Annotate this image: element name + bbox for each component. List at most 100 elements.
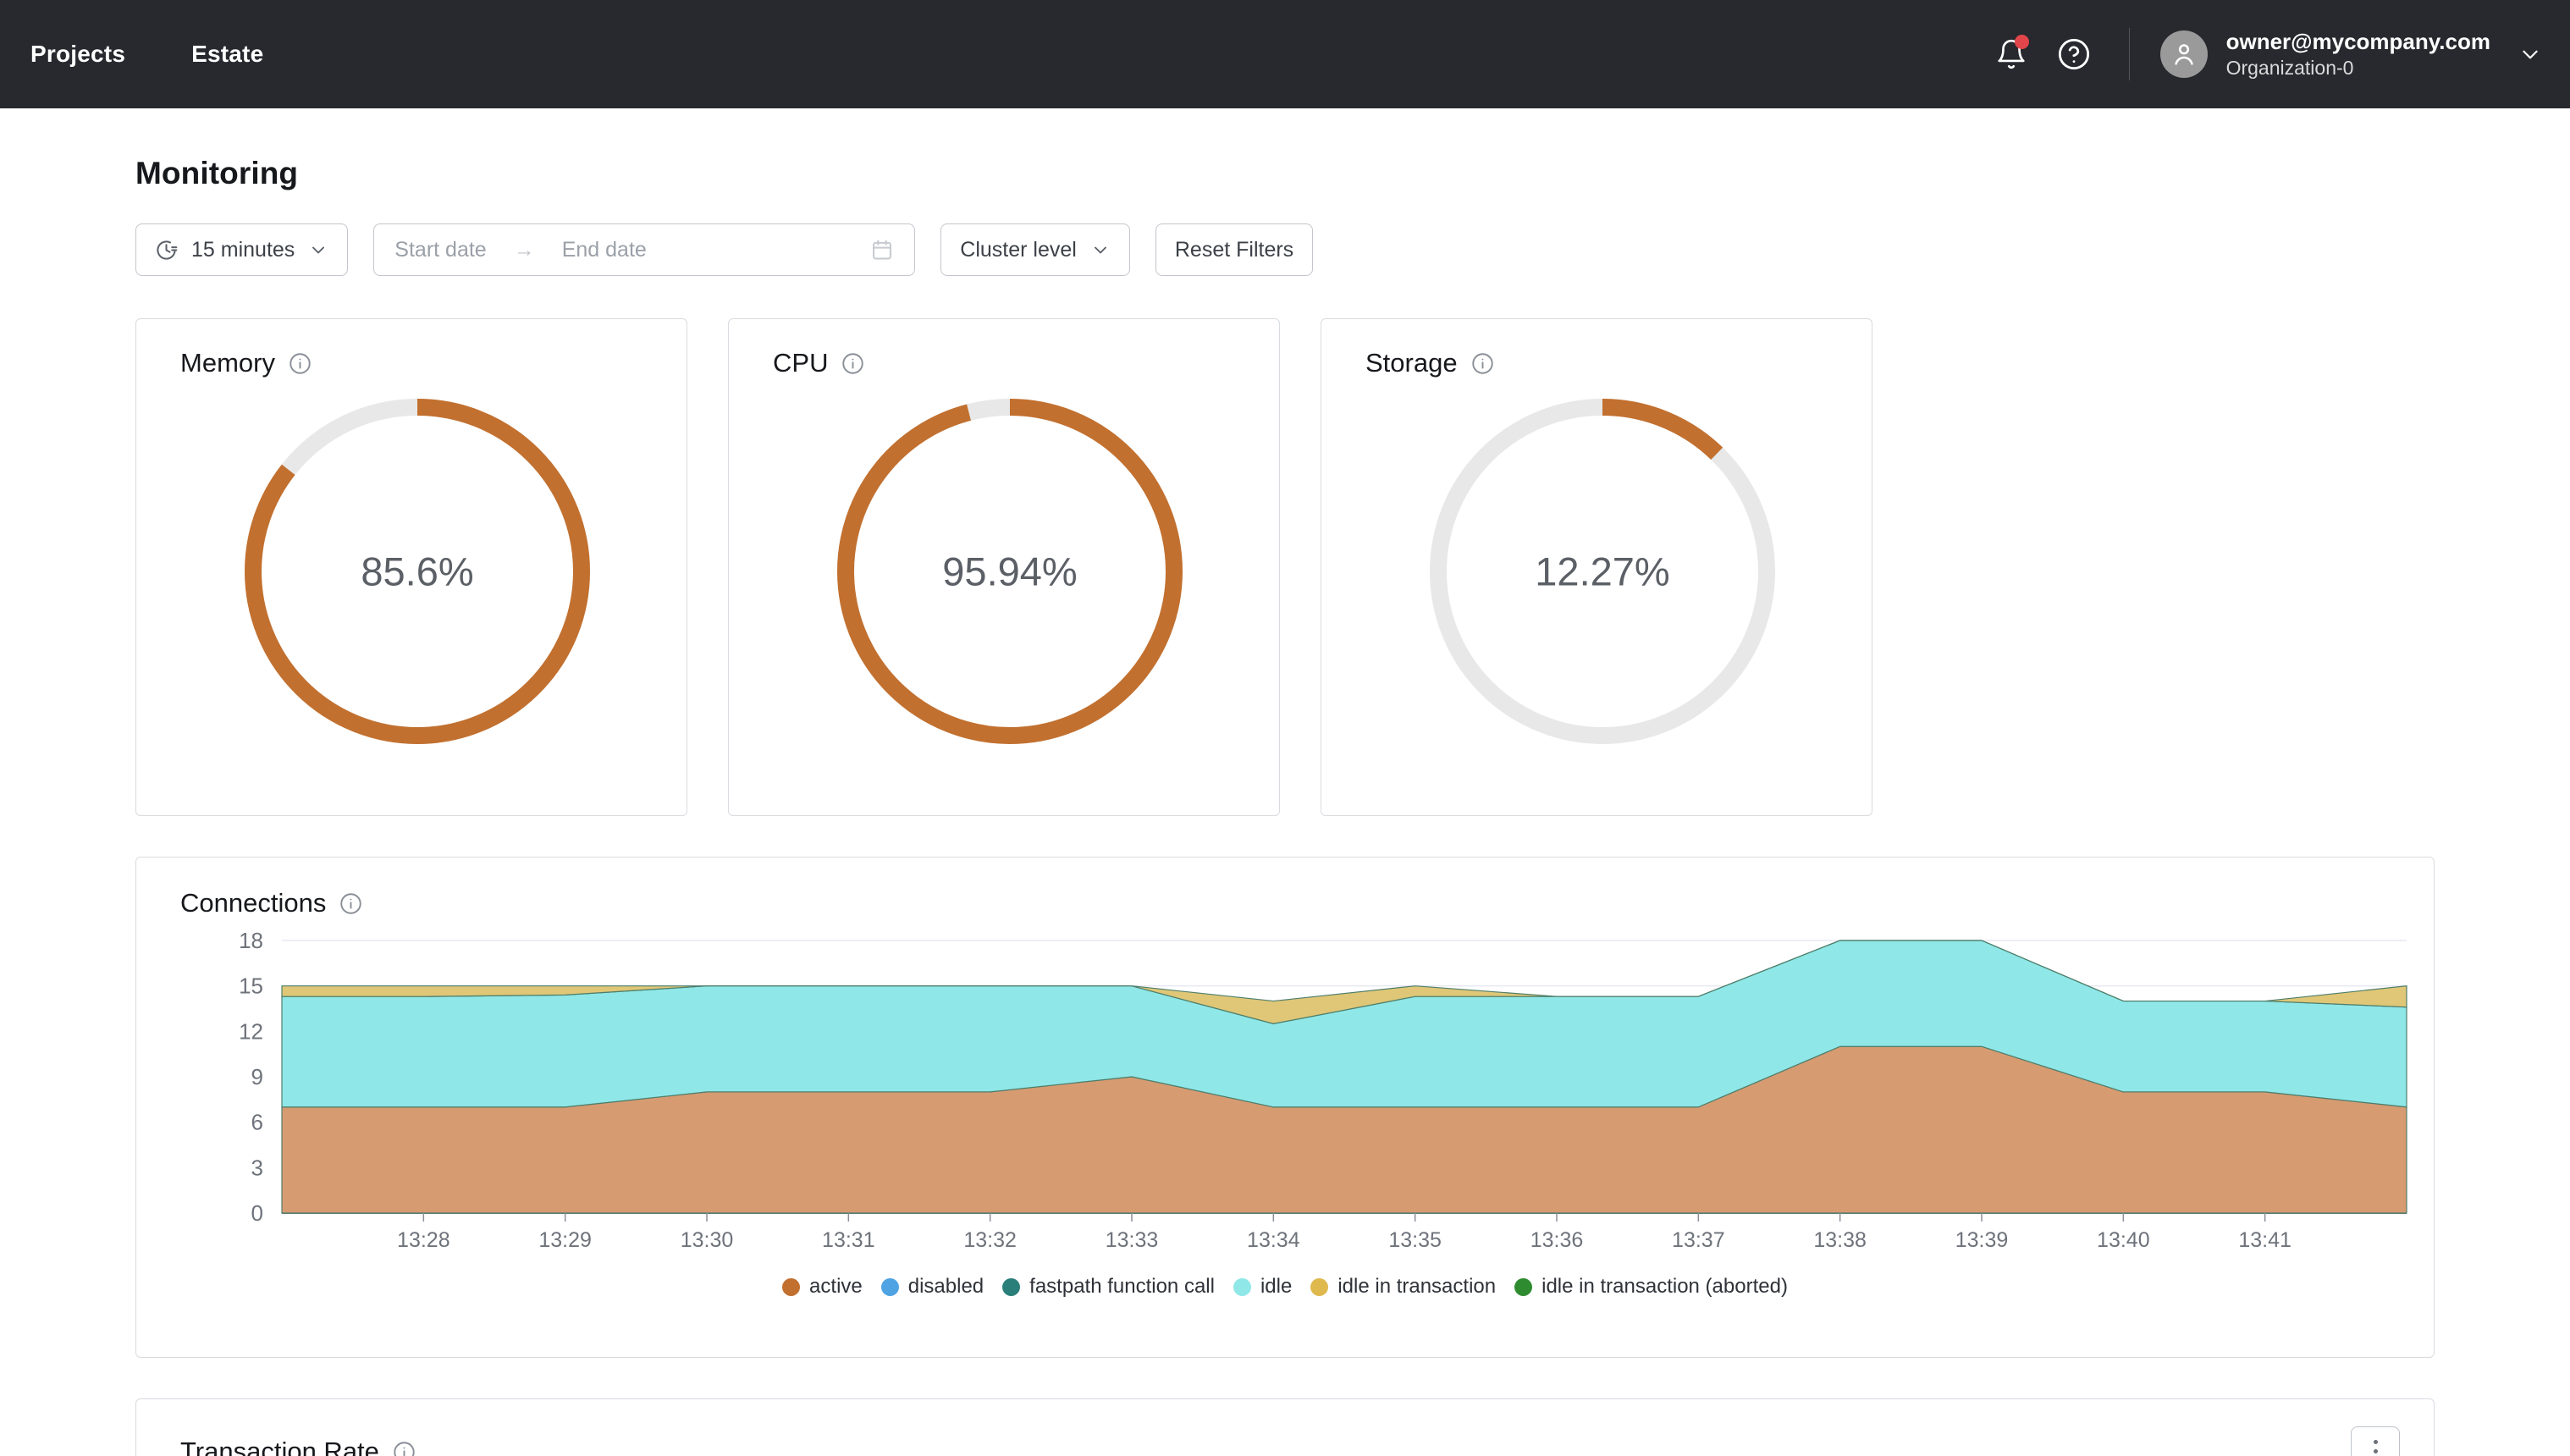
info-icon[interactable] [1471, 352, 1494, 375]
x-axis-tick-label: 13:31 [822, 1228, 875, 1252]
resource-gauges-row: Memory 85.6% CPU 95.94% Storage 12.27% [135, 318, 2435, 816]
x-axis-tick-label: 13:36 [1530, 1228, 1584, 1252]
avatar[interactable] [2159, 30, 2208, 78]
storage-card-header: Storage [1365, 348, 1839, 378]
x-axis-tick-label: 13:35 [1388, 1228, 1442, 1252]
storage-card-title: Storage [1365, 348, 1458, 378]
cpu-card-header: CPU [773, 348, 1247, 378]
chevron-down-icon [1094, 246, 1106, 254]
cpu-gauge-value: 95.94% [942, 549, 1077, 594]
x-axis-tick-label: 13:28 [397, 1228, 450, 1252]
legend-label: fastpath function call [1029, 1275, 1215, 1298]
cpu-donut-chart: 95.94% [837, 399, 1183, 744]
kebab-dot [2373, 1439, 2378, 1444]
user-avatar-icon [2174, 44, 2193, 65]
connections-area-chart: 0 3 6 9 12 15 18 13:28 13:29 13:30 13:31 13:32 13:33… [239, 928, 2407, 1252]
legend-label: idle [1260, 1275, 1293, 1298]
user-account-block[interactable]: owner@mycompany.com Organization-0 [2226, 28, 2490, 81]
x-axis-tick-label: 13:38 [1813, 1228, 1867, 1252]
start-date-input[interactable]: Start date [394, 238, 486, 262]
nav-link-estate[interactable]: Estate [191, 41, 263, 68]
x-axis-tick-label: 13:40 [2097, 1228, 2150, 1252]
storage-gauge: 12.27% [1365, 394, 1839, 749]
time-range-label: 15 minutes [191, 237, 295, 262]
primary-nav-links: Projects Estate [29, 41, 263, 68]
transaction-rate-title: Transaction Rate [180, 1437, 379, 1456]
end-date-input[interactable]: End date [562, 238, 647, 262]
help-button[interactable] [2043, 23, 2105, 85]
reset-filters-label: Reset Filters [1174, 237, 1294, 262]
x-axis-tick-label: 13:29 [538, 1228, 592, 1252]
x-axis-tick-label: 13:34 [1247, 1228, 1300, 1252]
top-navigation-bar: Projects Estate owner@mycompany.com Orga… [0, 0, 2570, 108]
page-content: Monitoring 15 minutes Start date → End d… [0, 108, 2570, 1456]
page-body: Monitoring 15 minutes Start date → End d… [0, 108, 2570, 1456]
legend-color-swatch [880, 1277, 899, 1296]
legend-label: idle in transaction (aborted) [1541, 1275, 1788, 1298]
transaction-rate-card: Transaction Rate [135, 1398, 2435, 1456]
info-icon[interactable] [339, 892, 362, 915]
legend-color-swatch [782, 1277, 801, 1296]
x-axis-tick-label: 13:33 [1106, 1228, 1159, 1252]
cluster-level-label: Cluster level [960, 237, 1077, 262]
memory-gauge-value: 85.6% [361, 549, 473, 594]
cluster-level-selector[interactable]: Cluster level [940, 223, 1130, 276]
time-range-selector[interactable]: 15 minutes [135, 223, 349, 276]
storage-gauge-card: Storage 12.27% [1321, 318, 1872, 816]
nav-link-projects[interactable]: Projects [30, 41, 125, 68]
notification-badge [2014, 35, 2029, 49]
x-axis-tick-label: 13:32 [963, 1228, 1017, 1252]
user-organization: Organization-0 [2225, 56, 2354, 79]
connections-card-title: Connections [180, 888, 327, 918]
x-axis-tick-label: 13:30 [681, 1228, 734, 1252]
legend-label: disabled [907, 1275, 984, 1298]
legend-item[interactable]: idle in transaction (aborted) [1514, 1275, 1788, 1299]
nav-right-cluster: owner@mycompany.com Organization-0 [1980, 23, 2541, 85]
legend-color-swatch [1233, 1277, 1251, 1296]
connections-card-header: Connections [180, 888, 2434, 918]
storage-gauge-value: 12.27% [1535, 549, 1669, 594]
info-icon[interactable] [393, 1441, 416, 1456]
memory-gauge-card: Memory 85.6% [135, 318, 687, 816]
legend-item[interactable]: disabled [880, 1275, 984, 1299]
y-axis-tick-label: 9 [251, 1064, 263, 1089]
x-axis-tick-label: 13:41 [2238, 1228, 2291, 1252]
date-range-arrow-icon: → [513, 237, 535, 262]
memory-card-header: Memory [180, 348, 654, 378]
y-axis-tick-label: 12 [239, 1018, 263, 1044]
chevron-down-icon [312, 246, 325, 254]
transaction-rate-menu-button[interactable] [2351, 1426, 2400, 1456]
legend-item[interactable]: active [782, 1275, 863, 1299]
info-icon[interactable] [289, 352, 312, 375]
notifications-button[interactable] [1980, 23, 2043, 85]
legend-item[interactable]: fastpath function call [1002, 1275, 1215, 1299]
connections-chart[interactable]: 0 3 6 9 12 15 18 13:28 13:29 13:30 13:31 13:32 13:33… [180, 928, 2434, 1265]
memory-donut-chart: 85.6% [245, 399, 590, 744]
transaction-rate-header: Transaction Rate [180, 1437, 2434, 1456]
legend-item[interactable]: idle [1233, 1275, 1292, 1299]
y-axis-tick-label: 6 [251, 1110, 263, 1135]
y-axis-tick-label: 18 [239, 930, 263, 953]
x-axis-tick-label: 13:37 [1672, 1228, 1725, 1252]
cpu-gauge-card: CPU 95.94% [728, 318, 1280, 816]
nav-divider [2128, 28, 2130, 80]
y-axis-tick-label: 0 [251, 1200, 263, 1226]
legend-item[interactable]: idle in transaction [1310, 1275, 1496, 1299]
clock-icon [157, 240, 178, 260]
cpu-gauge: 95.94% [773, 394, 1247, 749]
date-range-picker[interactable]: Start date → End date [373, 223, 916, 276]
legend-label: active [809, 1275, 863, 1298]
question-circle-icon [2058, 38, 2089, 70]
connections-legend: active disabled fastpath function call idle… [180, 1275, 2434, 1299]
filter-toolbar: 15 minutes Start date → End date Cluster… [135, 223, 2435, 276]
reset-filters-button[interactable]: Reset Filters [1155, 223, 1314, 276]
legend-color-swatch [1002, 1277, 1021, 1296]
x-axis-tick-label: 13:39 [1955, 1228, 2009, 1252]
calendar-icon[interactable] [870, 238, 894, 262]
account-chevron-down-icon[interactable] [2519, 43, 2541, 65]
info-icon[interactable] [841, 352, 864, 375]
legend-label: idle in transaction [1337, 1275, 1497, 1298]
y-axis-tick-label: 15 [239, 973, 263, 999]
cpu-card-title: CPU [773, 348, 829, 378]
legend-color-swatch [1310, 1277, 1329, 1296]
